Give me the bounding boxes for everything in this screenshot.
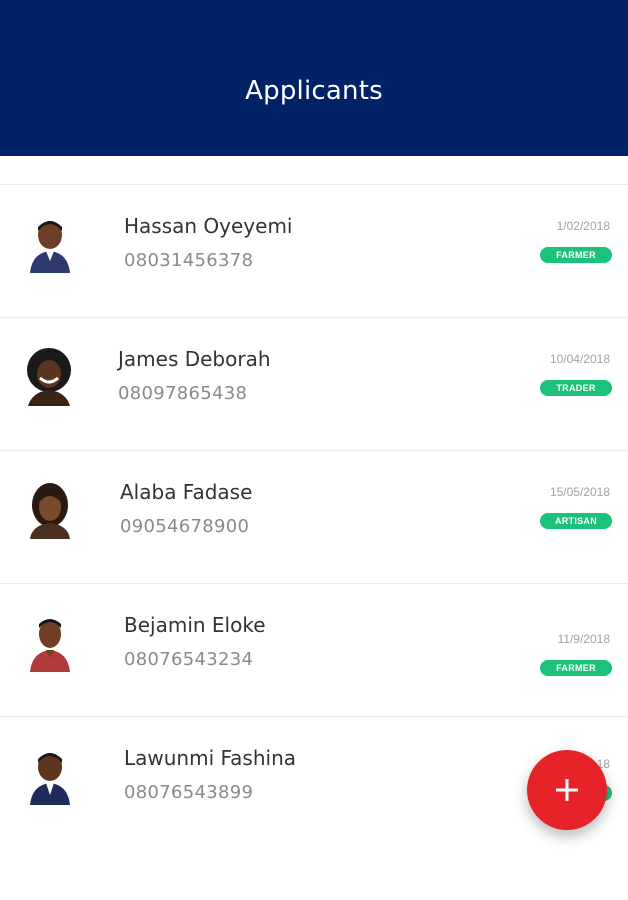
applicant-name: Hassan Oyeyemi xyxy=(124,214,293,238)
app-screen: Applicants Hassan Oyeyemi 08031456378 1/… xyxy=(0,0,628,900)
applicant-row[interactable]: James Deborah 08097865438 10/04/2018 TRA… xyxy=(0,317,628,450)
applicant-date: 10/04/2018 xyxy=(549,352,610,366)
applicant-phone: 09054678900 xyxy=(120,516,250,537)
applicant-date: 15/05/2018 xyxy=(549,485,610,499)
applicant-date: 1/02/2018 xyxy=(556,219,610,233)
page-title: Applicants xyxy=(245,76,383,106)
applicant-phone: 08031456378 xyxy=(124,250,254,271)
avatar xyxy=(27,348,71,406)
occupation-badge: ARTISAN xyxy=(540,513,612,529)
applicant-name: Alaba Fadase xyxy=(120,480,253,504)
avatar xyxy=(30,753,70,805)
app-bar: Applicants xyxy=(0,0,628,156)
applicant-phone: 08076543899 xyxy=(124,782,254,803)
applicant-row[interactable]: Hassan Oyeyemi 08031456378 1/02/2018 FAR… xyxy=(0,184,628,317)
plus-icon xyxy=(556,779,578,801)
occupation-badge: TRADER xyxy=(540,380,612,396)
add-applicant-button[interactable] xyxy=(527,750,607,830)
applicant-name: Bejamin Eloke xyxy=(124,613,266,637)
applicant-date: 11/9/2018 xyxy=(557,632,611,646)
applicant-name: Lawunmi Fashina xyxy=(124,746,297,770)
occupation-badge: FARMER xyxy=(540,247,612,263)
applicant-phone: 08097865438 xyxy=(118,383,248,404)
avatar xyxy=(30,483,70,539)
avatar xyxy=(30,619,70,672)
applicant-phone: 08076543234 xyxy=(124,649,254,670)
applicant-row[interactable]: Bejamin Eloke 08076543234 11/9/2018 FARM… xyxy=(0,583,628,716)
avatar xyxy=(30,221,70,273)
applicant-name: James Deborah xyxy=(118,347,271,371)
applicant-row[interactable]: Alaba Fadase 09054678900 15/05/2018 ARTI… xyxy=(0,450,628,583)
applicant-list: Hassan Oyeyemi 08031456378 1/02/2018 FAR… xyxy=(0,184,628,849)
occupation-badge: FARMER xyxy=(540,660,612,676)
